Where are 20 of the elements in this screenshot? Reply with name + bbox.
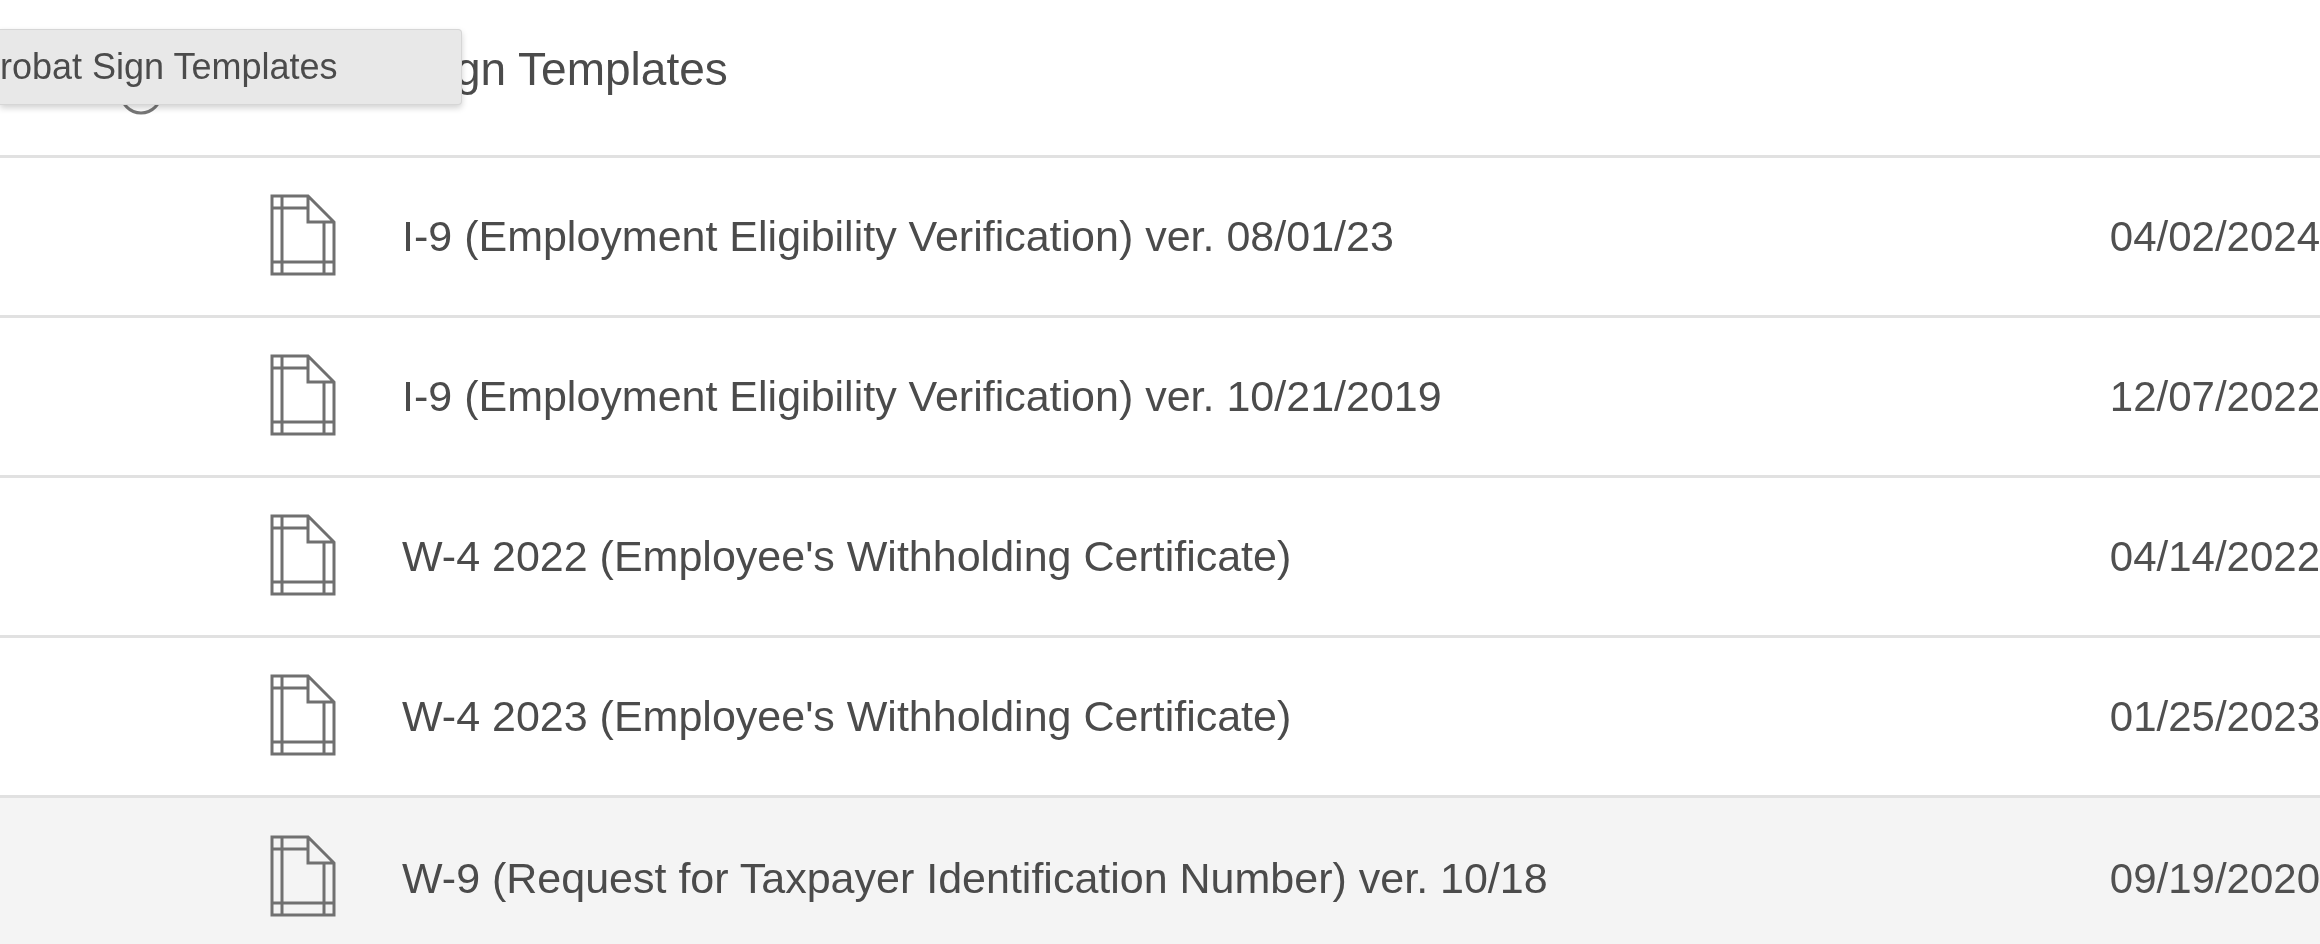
modified-date: 04/14/2022 <box>2109 532 2320 582</box>
file-name: W-4 2023 (Employee's Withholding Certificate) <box>402 691 1292 743</box>
file-row[interactable]: W-9 (Request for Taxpayer Identification Number) ver. 10/18 09/19/2020 <box>0 798 2320 944</box>
modified-date: 09/19/2020 <box>2109 853 2320 904</box>
document-icon <box>270 835 336 917</box>
file-row[interactable]: I-9 (Employment Eligibility Verification) ver. 08/01/23 04/02/2024 <box>0 158 2320 318</box>
file-row[interactable]: W-4 2022 (Employee's Withholding Certificate) 04/14/2022 <box>0 478 2320 638</box>
document-icon <box>270 673 336 756</box>
modified-date: 12/07/2022 <box>2109 372 2320 422</box>
modified-date: 04/02/2024 <box>2109 212 2320 262</box>
file-name: I-9 (Employment Eligibility Verification) ver. 10/21/2019 <box>402 371 1442 423</box>
document-icon <box>270 353 336 436</box>
file-row[interactable]: I-9 (Employment Eligibility Verification) ver. 10/21/2019 12/07/2022 <box>0 318 2320 478</box>
document-icon <box>270 513 336 596</box>
file-name: W-9 (Request for Taxpayer Identification Number) ver. 10/18 <box>402 852 1548 904</box>
document-icon <box>270 193 336 276</box>
tooltip: robat Sign Templates <box>0 29 462 105</box>
file-name: I-9 (Employment Eligibility Verification) ver. 08/01/23 <box>402 211 1394 263</box>
file-name: W-4 2022 (Employee's Withholding Certificate) <box>402 531 1292 583</box>
modified-date: 01/25/2023 <box>2109 692 2320 742</box>
